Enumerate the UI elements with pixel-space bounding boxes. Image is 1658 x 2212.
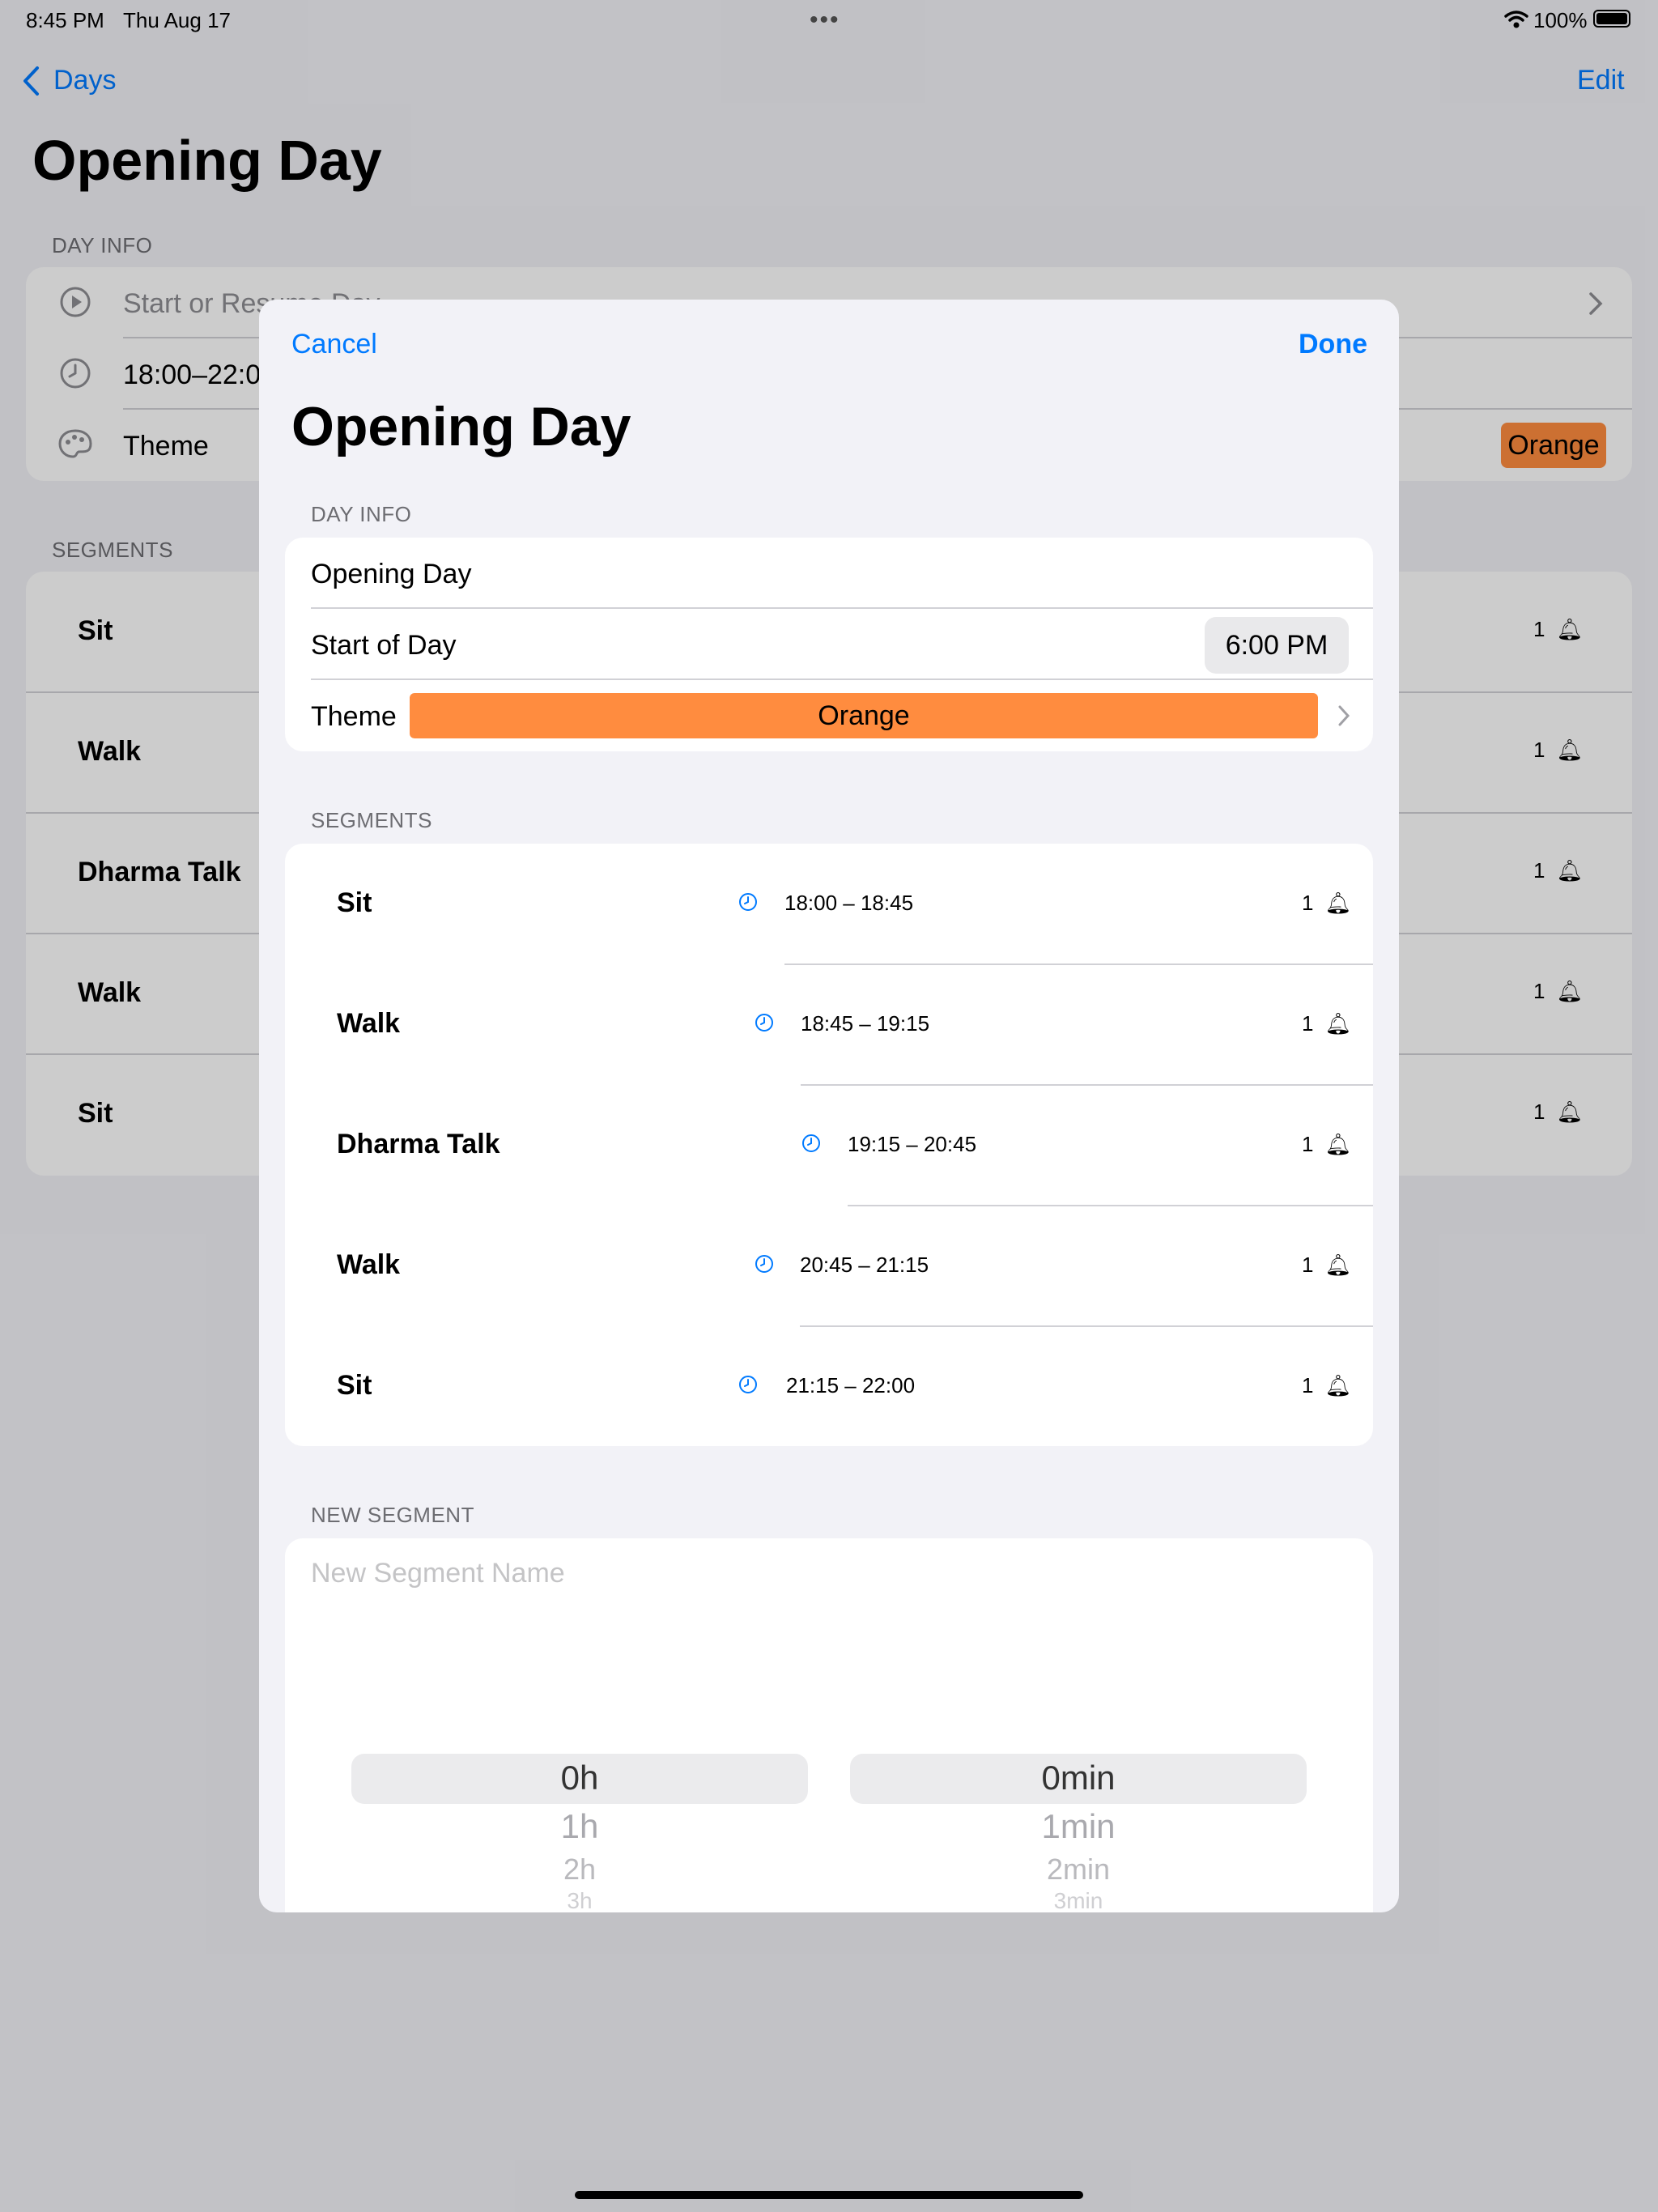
cancel-button[interactable]: Cancel: [291, 329, 377, 360]
picker-option[interactable]: 1h: [351, 1807, 808, 1846]
picker-option[interactable]: 3min: [850, 1888, 1307, 1912]
segment-time-range: 19:15 – 20:45: [848, 1132, 977, 1156]
segment-time-range: 21:15 – 22:00: [786, 1373, 916, 1397]
bell-icon: 🔔︎: [1324, 1373, 1352, 1397]
clock-icon: [755, 1014, 773, 1032]
sheet-title: Opening Day: [291, 396, 631, 457]
bell-icon: 🔔︎: [1324, 891, 1352, 915]
picker-option[interactable]: 1min: [850, 1807, 1307, 1846]
theme-picker[interactable]: Orange: [410, 693, 1318, 738]
start-of-day-label: Start of Day: [311, 630, 457, 661]
day-name-field[interactable]: Opening Day: [311, 559, 471, 590]
hours-picker[interactable]: 0h 1h 2h 3h: [351, 1754, 808, 1912]
alert-count: 1: [1302, 1373, 1314, 1397]
start-of-day-time-button[interactable]: 6:00 PM: [1205, 617, 1349, 674]
segment-name: Sit: [337, 887, 372, 918]
done-button[interactable]: Done: [1299, 329, 1367, 360]
segment-time-range: 18:00 – 18:45: [784, 891, 914, 915]
picker-option[interactable]: 3h: [351, 1888, 808, 1912]
clock-icon: [739, 893, 757, 911]
clock-icon: [802, 1134, 820, 1152]
chevron-right-icon: [1338, 705, 1350, 726]
clock-icon: [739, 1376, 757, 1393]
day-info-card: Opening Day Start of Day 6:00 PM Theme O…: [285, 538, 1373, 751]
segment-name: Sit: [337, 1370, 372, 1401]
new-segment-name-input[interactable]: New Segment Name: [311, 1558, 565, 1589]
segments-list: Sit 18:00 – 18:45 1 🔔︎ Walk 18:45 – 19:15…: [285, 844, 1373, 1446]
alert-count: 1: [1302, 1011, 1314, 1036]
theme-label: Theme: [311, 701, 397, 732]
minutes-picker[interactable]: 0min 1min 2min 3min: [850, 1754, 1307, 1912]
new-segment-card: New Segment Name 0h 1h 2h 3h 0min 1min 2…: [285, 1538, 1373, 1912]
bell-icon: 🔔︎: [1324, 1132, 1352, 1156]
segment-time-range: 20:45 – 21:15: [800, 1253, 929, 1277]
alert-count: 1: [1302, 1132, 1314, 1156]
bell-icon: 🔔︎: [1324, 1011, 1352, 1036]
segment-name: Walk: [337, 1249, 401, 1280]
picker-option[interactable]: 2h: [351, 1853, 808, 1887]
picker-option[interactable]: 0min: [850, 1759, 1307, 1797]
alert-count: 1: [1302, 1253, 1314, 1277]
new-segment-header: NEW SEGMENT: [311, 1503, 474, 1527]
home-indicator[interactable]: [575, 2191, 1083, 2199]
clock-icon: [755, 1255, 773, 1273]
alert-count: 1: [1302, 891, 1314, 915]
bell-icon: 🔔︎: [1324, 1253, 1352, 1277]
segment-name: Walk: [337, 1008, 401, 1039]
segment-time-range: 18:45 – 19:15: [801, 1011, 930, 1036]
picker-option[interactable]: 2min: [850, 1853, 1307, 1887]
segment-name: Dharma Talk: [337, 1129, 500, 1159]
day-info-header: DAY INFO: [311, 502, 412, 526]
picker-option[interactable]: 0h: [351, 1759, 808, 1797]
segments-header: SEGMENTS: [311, 808, 432, 832]
edit-day-sheet: Cancel Done Opening Day DAY INFO Opening…: [259, 300, 1399, 1912]
